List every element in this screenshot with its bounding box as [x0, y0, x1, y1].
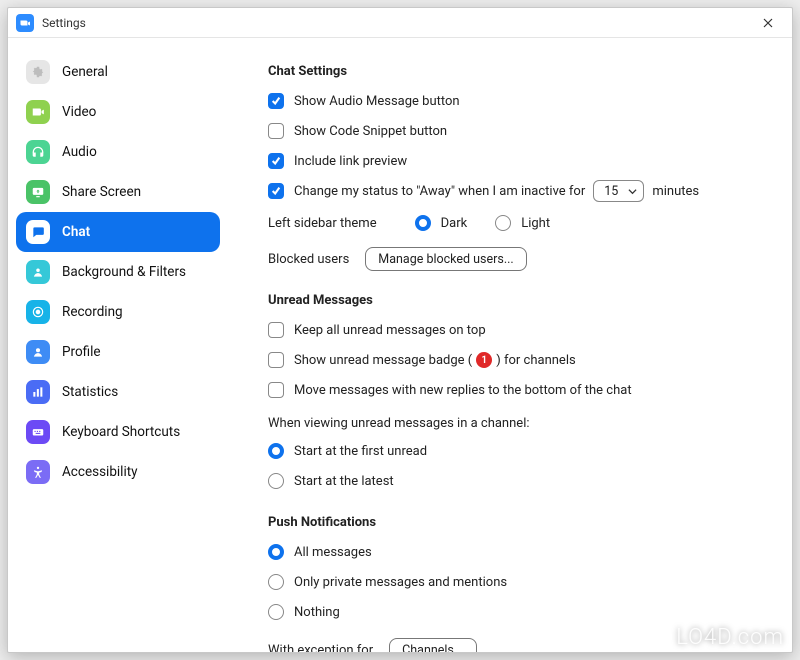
label-move-replies: Move messages with new replies to the bo…: [294, 383, 632, 398]
sidebar-item-recording[interactable]: Recording: [16, 292, 220, 332]
button-exception-channels[interactable]: Channels...: [389, 638, 477, 652]
radio-push-all[interactable]: [268, 544, 284, 560]
sidebar-item-label: Share Screen: [62, 184, 141, 200]
label-blocked-users: Blocked users: [268, 252, 349, 267]
sidebar-item-label: Statistics: [62, 384, 118, 400]
label-keep-unread-top: Keep all unread messages on top: [294, 323, 486, 338]
label-show-code-snippet: Show Code Snippet button: [294, 124, 447, 139]
sidebar-item-audio[interactable]: Audio: [16, 132, 220, 172]
app-icon: [16, 14, 34, 32]
sidebar-item-profile[interactable]: Profile: [16, 332, 220, 372]
sidebar-item-label: Accessibility: [62, 464, 138, 480]
sidebar-item-label: General: [62, 64, 108, 80]
sidebar-item-video[interactable]: Video: [16, 92, 220, 132]
checkbox-away-status[interactable]: [268, 183, 284, 199]
sidebar-item-label: Recording: [62, 304, 123, 320]
checkbox-include-link-preview[interactable]: [268, 153, 284, 169]
label-push-all: All messages: [294, 545, 372, 560]
profile-icon: [26, 340, 50, 364]
recording-icon: [26, 300, 50, 324]
sidebar-item-share-screen[interactable]: Share Screen: [16, 172, 220, 212]
checkbox-show-audio-message[interactable]: [268, 93, 284, 109]
sidebar-item-label: Background & Filters: [62, 264, 186, 280]
video-icon: [26, 100, 50, 124]
sidebar-item-label: Video: [62, 104, 96, 120]
sidebar-item-accessibility[interactable]: Accessibility: [16, 452, 220, 492]
section-title-push: Push Notifications: [268, 515, 764, 530]
radio-theme-light[interactable]: [495, 215, 511, 231]
radio-start-first-unread[interactable]: [268, 443, 284, 459]
keyboard-icon: [26, 420, 50, 444]
settings-window: Settings General Video: [7, 7, 793, 653]
label-theme-light: Light: [521, 216, 550, 231]
window-title: Settings: [42, 16, 86, 30]
label-push-private: Only private messages and mentions: [294, 575, 507, 590]
select-away-value: 15: [604, 184, 618, 199]
sidebar-item-label: Profile: [62, 344, 101, 360]
radio-push-nothing[interactable]: [268, 604, 284, 620]
sidebar-item-chat[interactable]: Chat: [16, 212, 220, 252]
label-start-first-unread: Start at the first unread: [294, 444, 427, 459]
gear-icon: [26, 60, 50, 84]
label-away-suffix: minutes: [652, 184, 699, 199]
label-start-latest: Start at the latest: [294, 474, 394, 489]
close-button[interactable]: [752, 9, 784, 37]
chat-icon: [26, 220, 50, 244]
sidebar-item-label: Keyboard Shortcuts: [62, 424, 180, 440]
label-push-nothing: Nothing: [294, 605, 340, 620]
sidebar-item-background[interactable]: Background & Filters: [16, 252, 220, 292]
statistics-icon: [26, 380, 50, 404]
label-push-exception: With exception for: [268, 643, 373, 653]
radio-theme-dark[interactable]: [415, 215, 431, 231]
label-away-prefix: Change my status to "Away" when I am ina…: [294, 184, 585, 199]
sidebar-item-label: Chat: [62, 224, 90, 240]
radio-push-private[interactable]: [268, 574, 284, 590]
share-screen-icon: [26, 180, 50, 204]
sidebar-item-statistics[interactable]: Statistics: [16, 372, 220, 412]
sidebar-item-label: Audio: [62, 144, 97, 160]
content-pane: Chat Settings Show Audio Message button …: [228, 38, 792, 652]
label-show-audio-message: Show Audio Message button: [294, 94, 460, 109]
section-title-chat-settings: Chat Settings: [268, 64, 764, 79]
radio-start-latest[interactable]: [268, 473, 284, 489]
checkbox-keep-unread-top[interactable]: [268, 322, 284, 338]
background-icon: [26, 260, 50, 284]
label-unread-badge: Show unread message badge ( 1 ) for chan…: [294, 352, 576, 368]
sidebar: General Video Audio Share Screen: [8, 38, 228, 652]
label-sidebar-theme: Left sidebar theme: [268, 216, 377, 231]
accessibility-icon: [26, 460, 50, 484]
section-title-unread: Unread Messages: [268, 293, 764, 308]
headphones-icon: [26, 140, 50, 164]
label-include-link-preview: Include link preview: [294, 154, 407, 169]
checkbox-show-code-snippet[interactable]: [268, 123, 284, 139]
sidebar-item-general[interactable]: General: [16, 52, 220, 92]
sidebar-item-keyboard[interactable]: Keyboard Shortcuts: [16, 412, 220, 452]
chevron-down-icon: [628, 187, 637, 196]
button-manage-blocked[interactable]: Manage blocked users...: [365, 247, 526, 271]
close-icon: [763, 18, 773, 28]
checkbox-move-replies[interactable]: [268, 382, 284, 398]
checkbox-unread-badge[interactable]: [268, 352, 284, 368]
titlebar: Settings: [8, 8, 792, 38]
label-theme-dark: Dark: [441, 216, 468, 231]
label-when-viewing: When viewing unread messages in a channe…: [268, 416, 764, 431]
badge-count-icon: 1: [476, 352, 492, 368]
select-away-minutes[interactable]: 15: [593, 180, 644, 202]
